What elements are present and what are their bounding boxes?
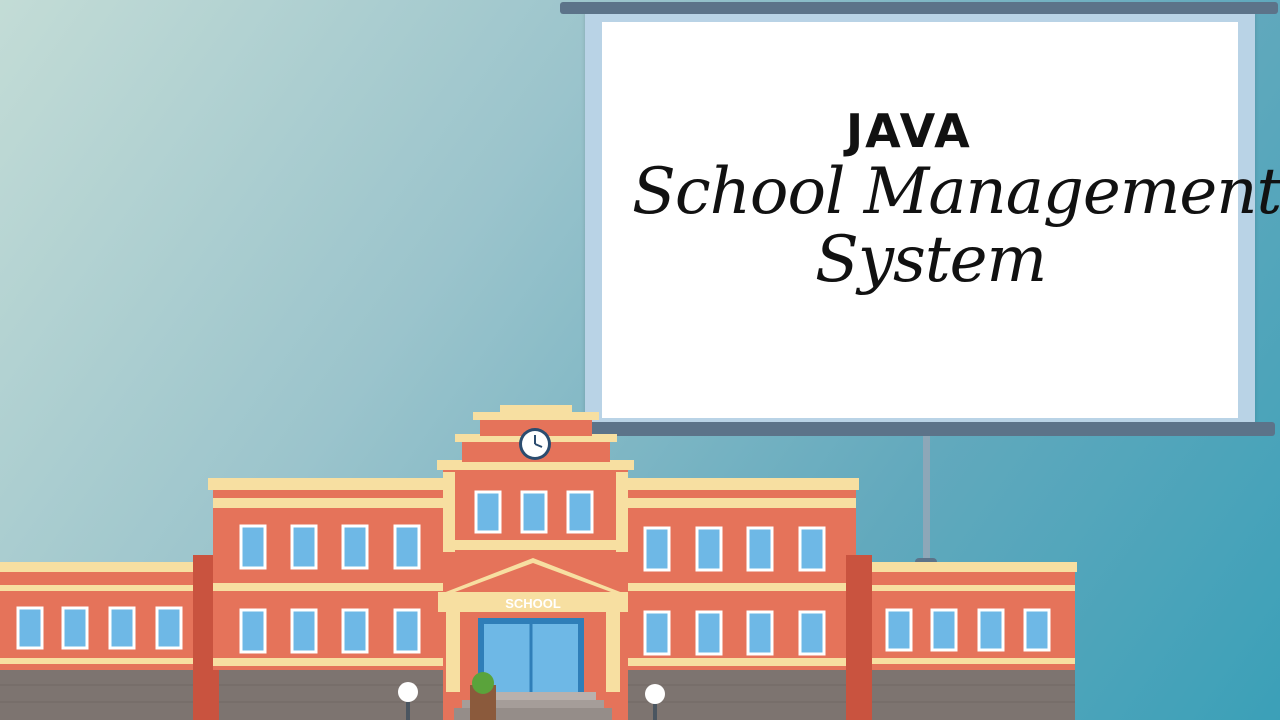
right-pillar [846, 555, 872, 720]
school-sign: SCHOOL [505, 596, 561, 611]
school-building: SCHOOL [0, 405, 1077, 720]
board-rail-top [560, 2, 1278, 14]
thumbnail-scene: JAVA School Management System SCHOOL [0, 0, 1280, 720]
bush-icon [472, 672, 494, 694]
title-java: JAVA [846, 104, 972, 158]
title-line-1: School Management [632, 155, 1280, 229]
title-line-2: System [815, 223, 1047, 297]
